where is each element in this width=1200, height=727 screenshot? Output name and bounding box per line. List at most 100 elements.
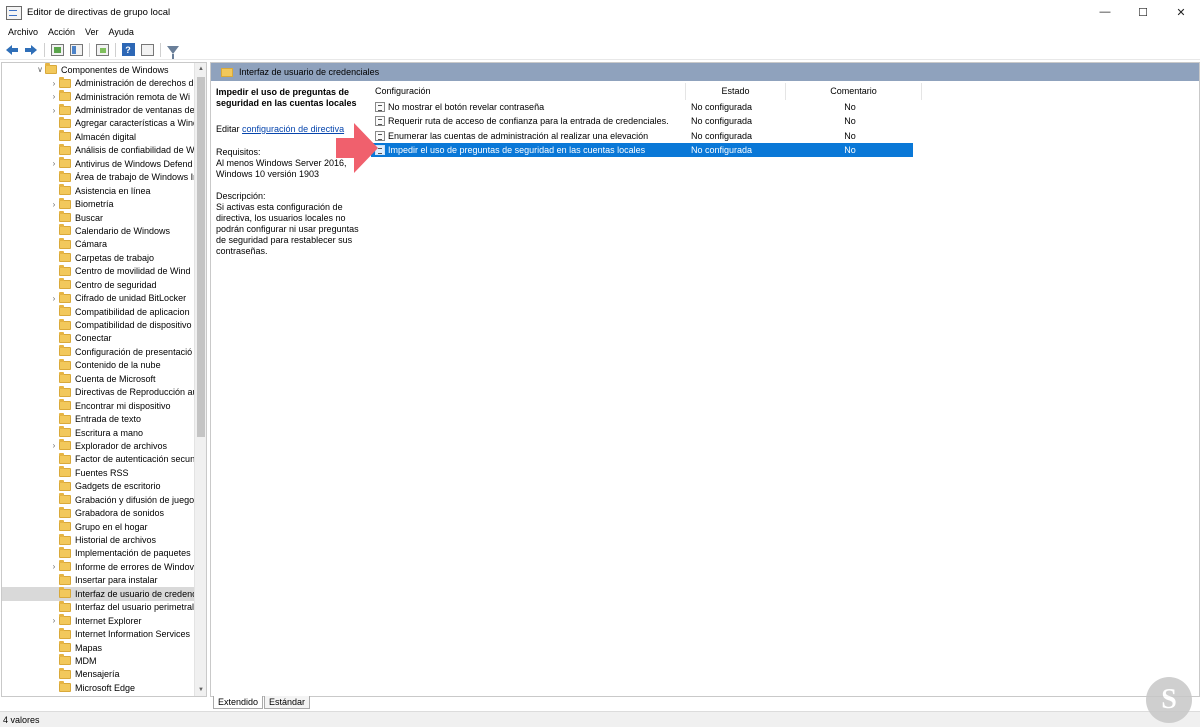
tree-item[interactable]: Compatibilidad de aplicacion (2, 305, 195, 318)
tree-item[interactable]: › Internet Explorer (2, 614, 195, 627)
expand-chevron-icon[interactable]: › (49, 294, 59, 303)
setting-row[interactable]: Requerir ruta de acceso de confianza par… (371, 114, 1121, 128)
tree-item-label: Internet Explorer (75, 615, 142, 626)
forward-button[interactable] (22, 42, 40, 58)
tree-item[interactable]: Grabación y difusión de juego (2, 493, 195, 506)
tree-item[interactable]: › Biometría (2, 197, 195, 210)
menu-archivo[interactable]: Archivo (3, 27, 43, 37)
tree-item[interactable]: Factor de autenticación secun (2, 452, 195, 466)
tree-item[interactable]: Interfaz de usuario de credenc (2, 587, 195, 601)
tree-item[interactable]: Almacén digital (2, 130, 195, 143)
tree-item[interactable]: Directivas de Reproducción au (2, 385, 195, 399)
export-list-button[interactable] (93, 42, 111, 58)
scrollbar-thumb[interactable] (197, 77, 205, 437)
tree-item[interactable]: Gadgets de escritorio (2, 479, 195, 493)
policy-setting-icon (375, 102, 385, 113)
setting-row[interactable]: No mostrar el botón revelar contraseña N… (371, 100, 1121, 114)
tree-item[interactable]: Internet Information Services (2, 627, 195, 640)
tree-item-label: Directivas de Reproducción au (75, 387, 195, 398)
tree-item[interactable]: Escritura a mano (2, 426, 195, 439)
filter-button[interactable] (164, 42, 182, 59)
back-button[interactable] (3, 42, 21, 58)
menu-accion[interactable]: Acción (43, 27, 80, 37)
minimize-button[interactable]: — (1086, 0, 1124, 24)
help-button[interactable]: ? (119, 42, 137, 58)
tree-item[interactable]: Mensajería (2, 667, 195, 681)
tree-item[interactable]: Agregar características a Wind (2, 116, 195, 130)
menu-bar: Archivo Acción Ver Ayuda (0, 24, 1200, 40)
tree-item[interactable]: Asistencia en línea (2, 184, 195, 197)
column-estado[interactable]: Estado (686, 82, 786, 100)
scroll-up-icon[interactable]: ▲ (195, 63, 206, 75)
setting-name-cell: No mostrar el botón revelar contraseña (371, 102, 690, 113)
tree-item[interactable]: Grabadora de sonidos (2, 506, 195, 519)
tree-item[interactable]: Compatibilidad de dispositivo (2, 318, 195, 331)
tree-item[interactable]: Centro de seguridad (2, 278, 195, 291)
tree-item[interactable]: Análisis de confiabilidad de W (2, 143, 195, 157)
tree-item[interactable]: Insertar para instalar (2, 573, 195, 587)
toolbar-separator (44, 42, 45, 57)
tree-item[interactable]: Contenido de la nube (2, 358, 195, 372)
properties-button[interactable] (138, 42, 156, 58)
collapse-chevron-icon[interactable]: ∨ (35, 65, 45, 74)
show-hide-tree-button[interactable] (67, 42, 85, 58)
tree-item[interactable]: Encontrar mi dispositivo (2, 399, 195, 412)
tree-item[interactable]: › Administración remota de Wi (2, 90, 195, 103)
maximize-button[interactable]: ☐ (1124, 0, 1162, 24)
description-label: Descripción: (216, 191, 266, 201)
folder-icon (59, 358, 71, 370)
up-level-button[interactable] (48, 42, 66, 58)
expand-chevron-icon[interactable]: › (49, 616, 59, 625)
tree-item[interactable]: Cuenta de Microsoft (2, 372, 195, 385)
tree-item[interactable]: MDM (2, 654, 195, 667)
expand-chevron-icon[interactable]: › (49, 200, 59, 209)
folder-icon (59, 452, 71, 464)
tree-item[interactable]: Buscar (2, 211, 195, 224)
tree-item[interactable]: › Explorador de archivos (2, 439, 195, 452)
tree-item[interactable]: › Administración de derechos d (2, 76, 195, 89)
edit-policy-link[interactable]: configuración de directiva (242, 124, 344, 134)
scroll-down-icon[interactable]: ▼ (195, 684, 206, 696)
column-comentario[interactable]: Comentario (786, 82, 922, 100)
menu-ayuda[interactable]: Ayuda (104, 27, 139, 37)
tree-item-label: Centro de seguridad (75, 279, 157, 290)
tree-item[interactable]: Centro de movilidad de Wind (2, 264, 195, 278)
close-button[interactable]: ✕ (1162, 0, 1200, 24)
tree-item[interactable]: › Cifrado de unidad BitLocker (2, 291, 195, 304)
tree-item[interactable]: Entrada de texto (2, 412, 195, 425)
setting-row-selected[interactable]: Impedir el uso de preguntas de seguridad… (371, 142, 913, 158)
tree-item[interactable]: Grupo en el hogar (2, 520, 195, 533)
tree-item-label: Buscar (75, 212, 104, 223)
tree-item[interactable]: Calendario de Windows (2, 224, 195, 237)
setting-row[interactable]: Enumerar las cuentas de administración a… (371, 129, 1121, 143)
tree-item[interactable]: Implementación de paquetes (2, 546, 195, 560)
tree-item[interactable]: Interfaz del usuario perimetral (2, 600, 195, 614)
tab-estandar[interactable]: Estándar (264, 696, 311, 709)
tree-item[interactable]: Cámara (2, 237, 195, 251)
tree-root-componentes[interactable]: ∨ Componentes de Windows (2, 63, 195, 76)
expand-chevron-icon[interactable]: › (49, 159, 59, 168)
tree-item[interactable]: Historial de archivos (2, 533, 195, 546)
tree-item-label: Entrada de texto (75, 414, 142, 425)
expand-chevron-icon[interactable]: › (49, 92, 59, 101)
tree-item[interactable]: Mapas (2, 641, 195, 654)
menu-ver[interactable]: Ver (80, 27, 104, 37)
tree-item[interactable]: Configuración de presentació (2, 345, 195, 358)
tab-extendido[interactable]: Extendido (213, 696, 264, 709)
tree-item[interactable]: › Informe de errores de Windov (2, 560, 195, 573)
folder-icon (59, 305, 71, 317)
tree-scrollbar[interactable]: ▲ ▼ (194, 63, 206, 696)
tree-item[interactable]: Conectar (2, 331, 195, 345)
expand-chevron-icon[interactable]: › (49, 441, 59, 450)
tree-item[interactable]: › Administrador de ventanas de (2, 103, 195, 116)
tree-item[interactable]: Carpetas de trabajo (2, 251, 195, 264)
tree-item[interactable]: › Antivirus de Windows Defend (2, 157, 195, 170)
tree-item[interactable]: Fuentes RSS (2, 466, 195, 479)
expand-chevron-icon[interactable]: › (49, 79, 59, 88)
tree-item[interactable]: Microsoft Edge (2, 681, 195, 694)
expand-chevron-icon[interactable]: › (49, 106, 59, 115)
expand-chevron-icon[interactable]: › (49, 562, 59, 571)
column-configuracion[interactable]: Configuración (371, 82, 686, 100)
app-icon (6, 6, 22, 20)
tree-item[interactable]: Área de trabajo de Windows Ir (2, 170, 195, 184)
